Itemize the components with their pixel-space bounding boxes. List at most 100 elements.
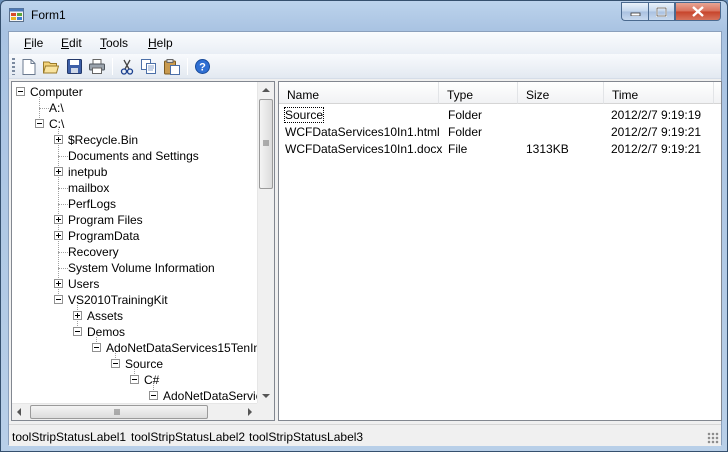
save-button[interactable] xyxy=(64,57,84,76)
collapse-minus-icon[interactable] xyxy=(54,295,63,304)
tree-node-label: Assets xyxy=(87,309,124,323)
file-list-view[interactable]: Name Type Size Time Source Folder 2012/2… xyxy=(278,81,722,421)
menu-strip: File Edit Tools Help xyxy=(9,32,721,54)
scroll-down-arrow[interactable] xyxy=(262,394,270,398)
copy-icon xyxy=(141,59,156,74)
tree-node-label: System Volume Information xyxy=(68,261,215,275)
expand-plus-icon[interactable] xyxy=(54,215,63,224)
toolbar-grip[interactable] xyxy=(12,58,15,75)
open-icon xyxy=(43,61,59,73)
list-row[interactable]: WCFDataServices10In1.html Folder 2012/2/… xyxy=(279,124,721,141)
paste-button[interactable] xyxy=(162,57,182,76)
cut-button[interactable] xyxy=(117,57,137,76)
tree-node-label: $Recycle.Bin xyxy=(68,133,139,147)
maximize-button[interactable] xyxy=(648,2,675,21)
collapse-minus-icon[interactable] xyxy=(92,343,101,352)
tree-node-label: PerfLogs xyxy=(68,197,117,211)
status-strip: toolStripStatusLabel1 toolStripStatusLab… xyxy=(9,424,721,446)
save-icon xyxy=(66,59,82,74)
collapse-minus-icon[interactable] xyxy=(149,391,158,400)
cut-icon xyxy=(120,59,134,75)
tree-node-label: Source xyxy=(125,357,164,371)
tree-node-label: VS2010TrainingKit xyxy=(68,293,168,307)
list-row[interactable]: WCFDataServices10In1.docx File 1313KB 20… xyxy=(279,141,721,158)
expand-plus-icon[interactable] xyxy=(73,311,82,320)
list-row[interactable]: Source Folder 2012/2/7 9:19:19 xyxy=(279,107,721,124)
grip-lines-icon xyxy=(114,409,120,415)
tree-vscroll-thumb[interactable] xyxy=(259,99,273,189)
cell-size: 1313KB xyxy=(526,142,569,156)
tree-branch-line xyxy=(58,188,68,189)
paste-icon xyxy=(164,58,180,75)
tree-node-label: Computer xyxy=(30,85,83,99)
folder-tree-view[interactable]: Computer A:\ C:\ $Recycle.Bin Documents and … xyxy=(11,81,275,421)
cell-name[interactable]: WCFDataServices10In1.html xyxy=(285,125,440,139)
tree-branch-line xyxy=(39,108,49,109)
tree-node-label: mailbox xyxy=(68,181,110,195)
tree-vertical-scrollbar[interactable] xyxy=(257,82,274,404)
svg-text:?: ? xyxy=(199,62,206,74)
menu-help[interactable]: Help xyxy=(148,36,173,50)
column-header-filler xyxy=(714,82,721,104)
form-client-area: File Edit Tools Help ? Computer A:\ C:\ … xyxy=(8,31,722,446)
column-header-type[interactable]: Type xyxy=(439,82,518,104)
cell-time: 2012/2/7 9:19:19 xyxy=(611,108,702,122)
print-icon xyxy=(89,59,105,74)
collapse-minus-icon[interactable] xyxy=(111,359,120,368)
title-bar[interactable]: Form1 xyxy=(1,1,727,31)
tree-hscroll-thumb[interactable] xyxy=(30,405,208,419)
tool-strip: ? xyxy=(9,54,721,79)
scrollbar-corner xyxy=(257,403,274,420)
expand-plus-icon[interactable] xyxy=(54,279,63,288)
expand-plus-icon[interactable] xyxy=(54,167,63,176)
tree-horizontal-scrollbar[interactable] xyxy=(12,403,258,420)
minimize-icon xyxy=(630,12,640,16)
collapse-minus-icon[interactable] xyxy=(35,119,44,128)
resize-grip[interactable] xyxy=(707,432,719,444)
expand-plus-icon[interactable] xyxy=(54,135,63,144)
scroll-up-arrow[interactable] xyxy=(262,88,270,92)
expand-plus-icon[interactable] xyxy=(54,231,63,240)
open-button[interactable] xyxy=(41,57,61,76)
form1-window: Form1 File Edit Tools Help ? Computer A:… xyxy=(0,0,728,452)
collapse-minus-icon[interactable] xyxy=(16,87,25,96)
tree-node-label: AdoNetDataServices15TenInO xyxy=(106,341,270,355)
cell-time: 2012/2/7 9:19:21 xyxy=(611,142,702,156)
grip-lines-icon xyxy=(263,140,269,146)
tree-node-label: AdoNetDataServic xyxy=(163,389,262,403)
cell-name[interactable]: Source xyxy=(283,107,325,123)
minimize-button[interactable] xyxy=(621,2,648,21)
collapse-minus-icon[interactable] xyxy=(130,375,139,384)
column-header-time[interactable]: Time xyxy=(604,82,714,104)
winforms-app-icon xyxy=(9,8,24,22)
column-header-name[interactable]: Name xyxy=(279,82,439,104)
new-button[interactable] xyxy=(19,57,39,76)
tree-node-label: Recovery xyxy=(68,245,119,259)
menu-edit[interactable]: Edit xyxy=(61,36,82,50)
tree-node-label: Demos xyxy=(87,325,126,339)
copy-button[interactable] xyxy=(139,57,159,76)
tree-node-label: Documents and Settings xyxy=(68,149,199,163)
cell-time: 2012/2/7 9:19:21 xyxy=(611,125,702,139)
print-button[interactable] xyxy=(87,57,107,76)
status-label-3: toolStripStatusLabel3 xyxy=(249,430,364,444)
status-label-1: toolStripStatusLabel1 xyxy=(12,430,127,444)
new-icon xyxy=(22,58,36,75)
tree-node-label: inetpub xyxy=(68,165,108,179)
menu-file[interactable]: File xyxy=(24,36,43,50)
collapse-minus-icon[interactable] xyxy=(73,327,82,336)
help-button[interactable]: ? xyxy=(192,57,212,76)
close-button[interactable] xyxy=(675,2,721,21)
tree-branch-line xyxy=(58,204,68,205)
scroll-left-arrow[interactable] xyxy=(17,408,21,416)
tree-node-label: Program Files xyxy=(68,213,143,227)
scroll-right-arrow[interactable] xyxy=(248,408,252,416)
column-header-size[interactable]: Size xyxy=(518,82,604,104)
menu-tools[interactable]: Tools xyxy=(100,36,128,50)
tree-node-label: Users xyxy=(68,277,100,291)
cell-type: Folder xyxy=(448,125,483,139)
cell-type: File xyxy=(448,142,468,156)
tree-branch-line xyxy=(58,252,68,253)
close-icon xyxy=(692,6,704,17)
cell-name[interactable]: WCFDataServices10In1.docx xyxy=(285,142,442,156)
